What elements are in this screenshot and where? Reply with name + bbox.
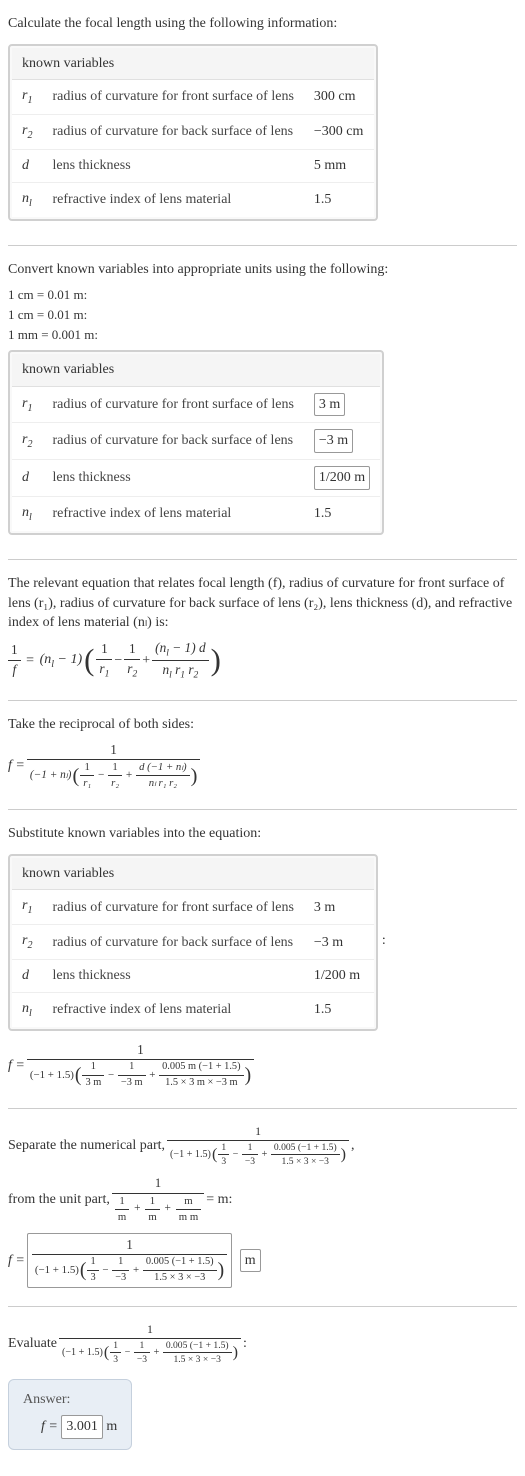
substituted-equation: f = 1 (−1 + 1.5) ( 13 m − 1−3 m + 0.005 … [8, 1041, 517, 1091]
convert-intro: Convert known variables into appropriate… [8, 260, 517, 280]
known-vars-table-1: known variables r1 radius of curvature f… [8, 44, 378, 221]
separate-text-line2: from the unit part, 1 1m + 1m + mm m = m… [8, 1175, 517, 1225]
divider [8, 245, 517, 246]
known-vars-table-2: known variables r1 radius of curvature f… [8, 350, 384, 534]
colon: : [382, 931, 386, 951]
divider [8, 1306, 517, 1307]
relevant-eq-text: The relevant equation that relates focal… [8, 574, 517, 633]
table-header: known variables [12, 354, 380, 386]
table-row: r2 radius of curvature for back surface … [12, 925, 374, 960]
table-row: nl refractive index of lens material 1.5 [12, 496, 380, 530]
answer-box: Answer: f = 3.001 m [8, 1379, 132, 1450]
divider [8, 1108, 517, 1109]
evaluate-line: Evaluate 1 (−1 + 1.5) ( 13 − 1−3 + 0.005… [8, 1321, 517, 1367]
table-row: d lens thickness 5 mm [12, 150, 374, 183]
conv-line: 1 mm = 0.001 m: [8, 326, 517, 344]
table-row: nl refractive index of lens material 1.5 [12, 182, 374, 216]
substitute-text: Substitute known variables into the equa… [8, 824, 517, 844]
lensmaker-equation: 1f = (nl − 1) ( 1r1 − 1r2 + (nl − 1) d n… [8, 639, 517, 682]
known-vars-table-3: known variables r1 radius of curvature f… [8, 854, 378, 1031]
table-row: d lens thickness 1/200 m [12, 460, 380, 497]
table-row: nl refractive index of lens material 1.5 [12, 992, 374, 1026]
table-header: known variables [12, 858, 374, 890]
table-row: r1 radius of curvature for front surface… [12, 80, 374, 115]
separated-equation: f = 1 (−1 + 1.5) ( 13 − 1−3 + 0.005 (−1 … [8, 1233, 517, 1289]
reciprocal-text: Take the reciprocal of both sides: [8, 715, 517, 735]
separate-text-line1: Separate the numerical part, 1 (−1 + 1.5… [8, 1123, 517, 1169]
conv-line: 1 cm = 0.01 m: [8, 306, 517, 324]
divider [8, 700, 517, 701]
reciprocal-equation: f = 1 (−1 + nₗ) ( 1r₁ − 1r₂ + d (−1 + nₗ… [8, 741, 517, 792]
table-row: r1 radius of curvature for front surface… [12, 890, 374, 925]
answer-label: Answer: [23, 1390, 117, 1410]
table-header: known variables [12, 48, 374, 80]
intro-text: Calculate the focal length using the fol… [8, 14, 517, 34]
table-row: r1 radius of curvature for front surface… [12, 386, 380, 423]
table-row: d lens thickness 1/200 m [12, 960, 374, 993]
table-row: r2 radius of curvature for back surface … [12, 115, 374, 150]
conv-line: 1 cm = 0.01 m: [8, 286, 517, 304]
divider [8, 559, 517, 560]
divider [8, 809, 517, 810]
table-row: r2 radius of curvature for back surface … [12, 423, 380, 460]
answer-equation: f = 3.001 m [23, 1415, 117, 1439]
